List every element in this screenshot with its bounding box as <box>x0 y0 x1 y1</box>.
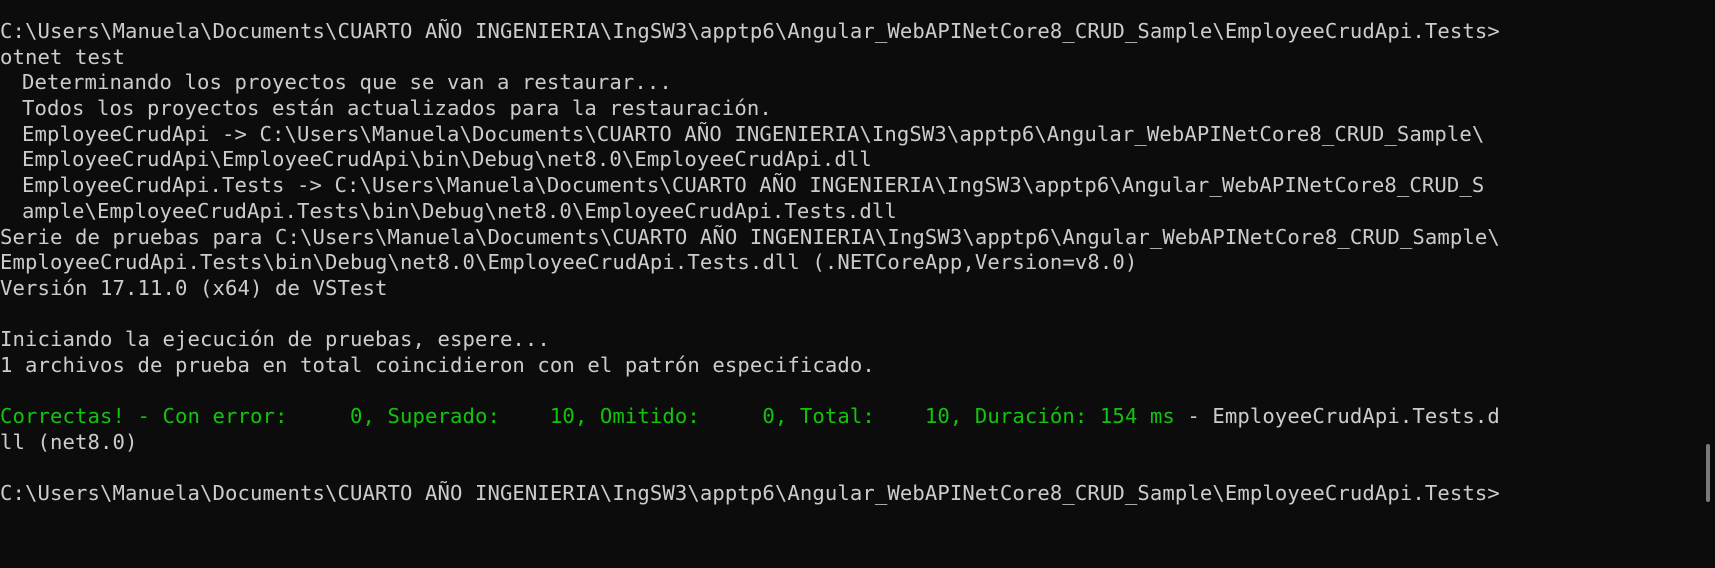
prompt-text: C:\Users\Manuela\Documents\CUARTO AÑO IN… <box>0 481 1500 506</box>
files-matched-text: 1 archivos de prueba en total coincidier… <box>0 352 875 377</box>
build-output-line: EmployeeCrudApi -> C:\Users\Manuela\Docu… <box>0 122 1500 148</box>
restore-status-line: Todos los proyectos están actualizados p… <box>0 96 1500 122</box>
build-api-text: EmployeeCrudApi -> C:\Users\Manuela\Docu… <box>22 121 1485 146</box>
result-suffix-text: - EmployeeCrudApi.Tests.d <box>1174 404 1500 429</box>
restore-determining-text: Determinando los proyectos que se van a … <box>22 70 672 95</box>
restore-uptodate-text: Todos los proyectos están actualizados p… <box>22 96 772 121</box>
test-run-line: EmployeeCrudApi.Tests\bin\Debug\net8.0\E… <box>0 250 1500 276</box>
test-run-path-text: EmployeeCrudApi.Tests\bin\Debug\net8.0\E… <box>0 250 1138 275</box>
command-text: otnet test <box>0 44 125 69</box>
build-output-line: EmployeeCrudApi.Tests -> C:\Users\Manuel… <box>0 173 1500 199</box>
prompt-text: C:\Users\Manuela\Documents\CUARTO AÑO IN… <box>0 19 1500 43</box>
build-api-path-text: EmployeeCrudApi\EmployeeCrudApi\bin\Debu… <box>22 147 872 172</box>
files-matched-line: 1 archivos de prueba en total coincidier… <box>0 353 1500 379</box>
build-output-line: EmployeeCrudApi\EmployeeCrudApi\bin\Debu… <box>0 147 1500 173</box>
terminal-output: C:\Users\Manuela\Documents\CUARTO AÑO IN… <box>0 19 1500 507</box>
starting-line: Iniciando la ejecución de pruebas, esper… <box>0 327 1500 353</box>
starting-text: Iniciando la ejecución de pruebas, esper… <box>0 327 550 352</box>
restore-status-line: Determinando los proyectos que se van a … <box>0 70 1500 96</box>
result-suffix-wrap-text: ll (net8.0) <box>0 430 138 454</box>
result-summary-text: Correctas! - Con error: 0, Superado: 10,… <box>0 404 1175 429</box>
result-line: ll (net8.0) <box>0 430 1500 456</box>
prompt-line: C:\Users\Manuela\Documents\CUARTO AÑO IN… <box>0 481 1500 507</box>
terminal-window[interactable]: C:\Users\Manuela\Documents\CUARTO AÑO IN… <box>0 0 1700 568</box>
scrollbar-thumb[interactable] <box>1706 444 1710 502</box>
build-tests-path-text: ample\EmployeeCrudApi.Tests\bin\Debug\ne… <box>22 198 897 223</box>
test-run-text: Serie de pruebas para C:\Users\Manuela\D… <box>0 224 1500 249</box>
vstest-version-line: Versión 17.11.0 (x64) de VSTest <box>0 276 1500 302</box>
test-run-line: Serie de pruebas para C:\Users\Manuela\D… <box>0 225 1500 251</box>
build-output-line: ample\EmployeeCrudApi.Tests\bin\Debug\ne… <box>0 199 1500 225</box>
command-line: otnet test <box>0 45 1500 71</box>
vstest-version-text: Versión 17.11.0 (x64) de VSTest <box>0 275 388 300</box>
prompt-line: C:\Users\Manuela\Documents\CUARTO AÑO IN… <box>0 19 1500 45</box>
build-tests-text: EmployeeCrudApi.Tests -> C:\Users\Manuel… <box>22 173 1485 198</box>
result-line: Correctas! - Con error: 0, Superado: 10,… <box>0 404 1500 430</box>
